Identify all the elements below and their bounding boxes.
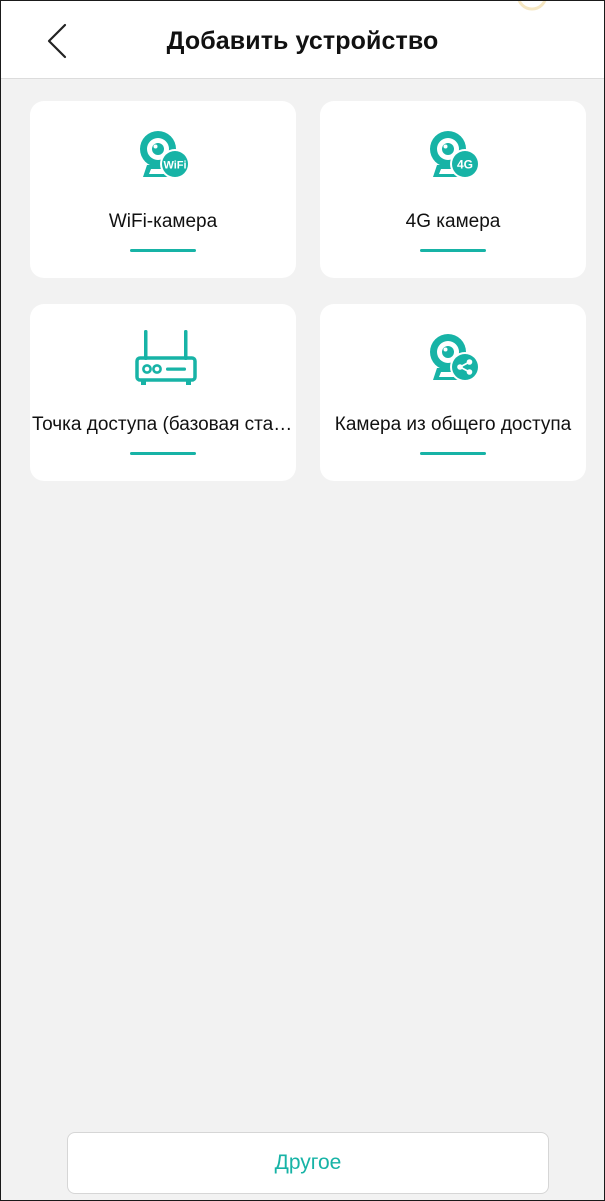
device-label-wifi-camera: WiFi-камера [108,211,218,232]
4g-camera-icon: 4G [421,123,485,187]
device-card-shared-camera[interactable]: Камера из общего доступа [320,304,586,481]
device-label-access-point: Точка доступа (базовая станция) [32,414,296,435]
accent-underline [130,249,196,252]
wifi-badge-text: WiFi [163,160,186,172]
other-button[interactable]: Другое [67,1132,549,1194]
wifi-camera-icon: WiFi [131,123,195,187]
device-card-wifi-camera[interactable]: WiFi WiFi-камера [30,101,296,278]
page-title: Добавить устройство [166,27,439,55]
accent-underline [420,249,486,252]
device-card-4g-camera[interactable]: 4G 4G камера [320,101,586,278]
shared-camera-icon [421,326,485,390]
device-card-access-point[interactable]: Точка доступа (базовая станция) [30,304,296,481]
4g-badge-text: 4G [457,158,473,172]
decoration-icon [517,1,547,11]
screen: Добавить устройство WiFi WiFi-камера 4G … [0,0,605,1201]
navigation-bar: Добавить устройство [1,1,604,79]
device-label-4g-camera: 4G камера [405,211,501,232]
accent-underline [130,452,196,455]
device-label-shared-camera: Камера из общего доступа [334,414,572,435]
accent-underline [420,452,486,455]
router-icon [131,326,197,390]
